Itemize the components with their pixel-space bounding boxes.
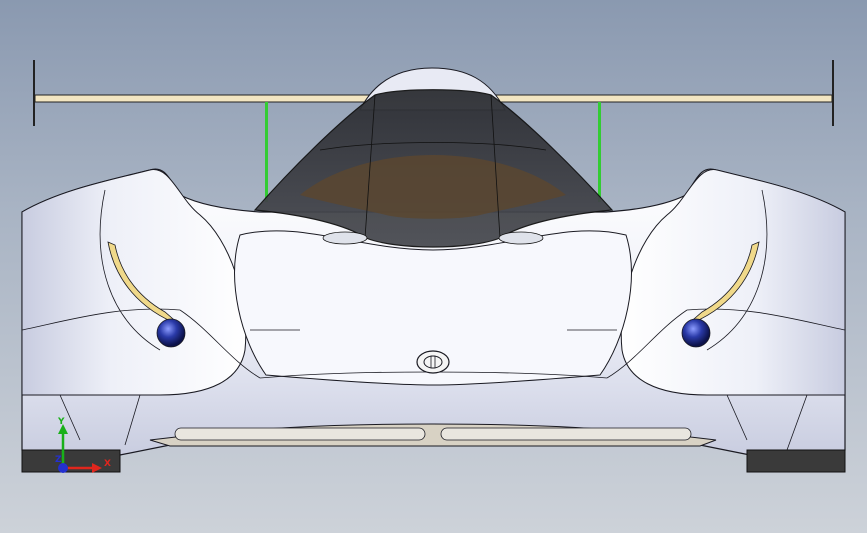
wing-endplate-right [832,60,834,126]
intake-left [174,427,426,441]
mirror-left [322,231,368,245]
tire-right [746,449,846,473]
car-model-render[interactable]: Y X Z [0,0,867,533]
wing-endplate-left [33,60,35,126]
fender-right [620,169,846,396]
3d-viewport[interactable]: Y X Z [0,0,867,533]
z-axis-label: Z [55,455,62,465]
y-axis-label: Y [57,417,65,427]
front-badge-icon [416,350,450,374]
intake-right [440,427,692,441]
x-axis-label: X [104,459,111,469]
wing-strut-left [265,102,268,202]
wing-strut-right [598,102,601,202]
fender-left [21,169,247,396]
mirror-right [498,231,544,245]
